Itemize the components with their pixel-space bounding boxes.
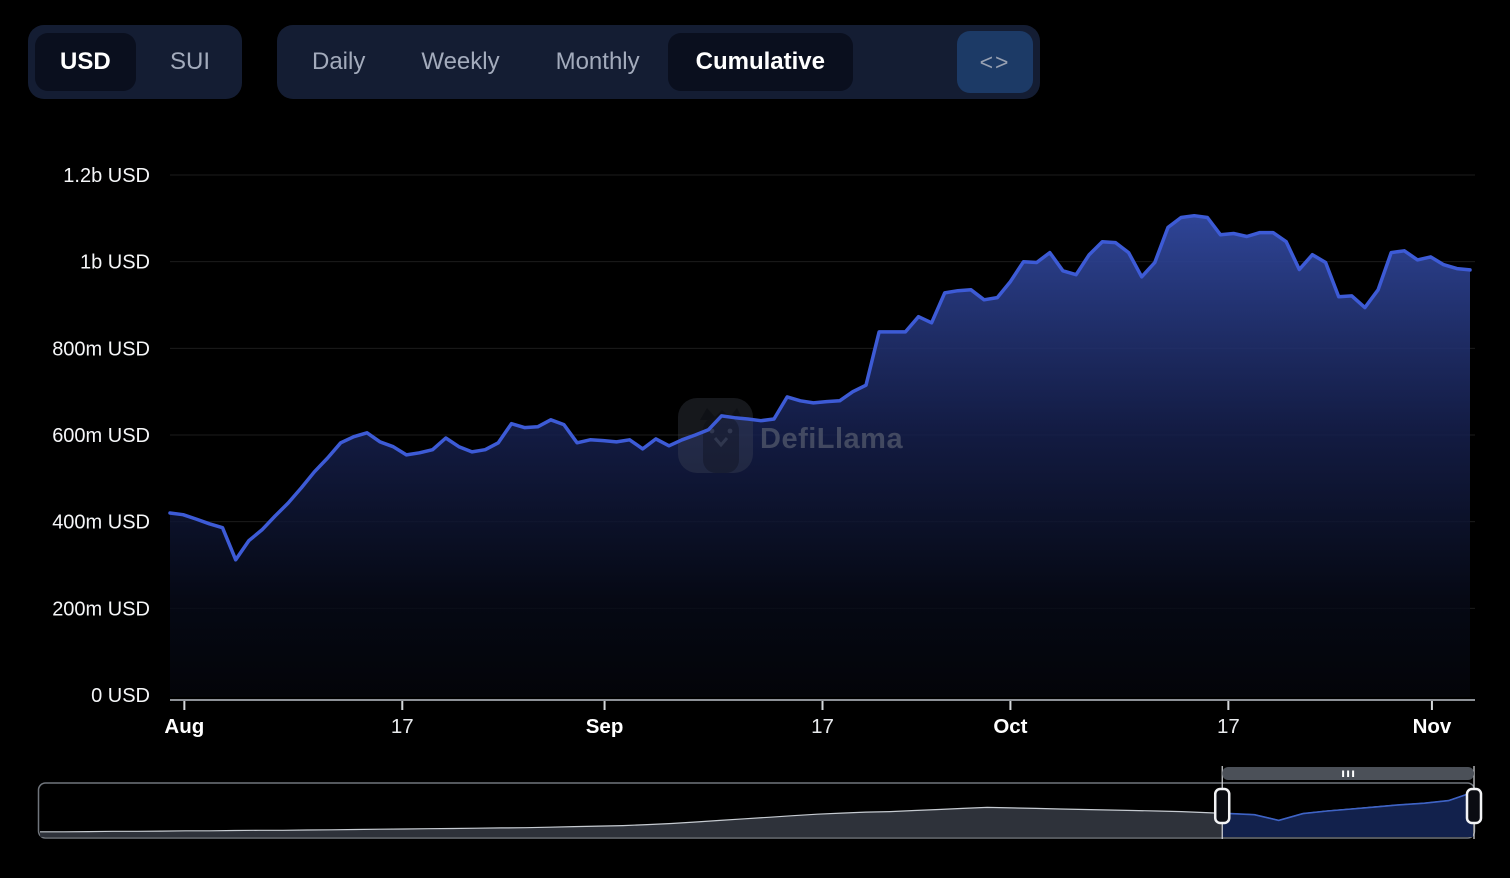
y-axis-label: 600m USD [52,425,150,447]
x-axis-label: Sep [586,715,624,738]
brush-grip-icon [1352,770,1355,777]
brush-handle-right[interactable] [1465,787,1483,825]
x-axis-label: 17 [1217,715,1240,738]
x-axis-label: Aug [164,715,204,738]
chart-plot-area[interactable] [170,130,1475,700]
brush-handle-left[interactable] [1213,787,1231,825]
x-axis-label: 17 [391,715,414,738]
brush-grip-icon [1347,770,1350,777]
y-axis-label: 400m USD [52,512,150,534]
y-axis-label: 0 USD [91,685,150,707]
main-chart: 1.2b USD 1b USD 800m USD 600m USD 400m USD 20… [37,130,1483,839]
brush-grip-icon [1342,770,1345,777]
y-axis-label: 200m USD [52,598,150,620]
x-axis-label: Nov [1413,715,1452,738]
x-axis-label: 17 [811,715,834,738]
y-axis-label: 1b USD [80,252,150,274]
x-axis-label: Oct [993,715,1027,738]
y-axis-label: 800m USD [52,338,150,360]
y-axis-label: 1.2b USD [63,165,150,187]
